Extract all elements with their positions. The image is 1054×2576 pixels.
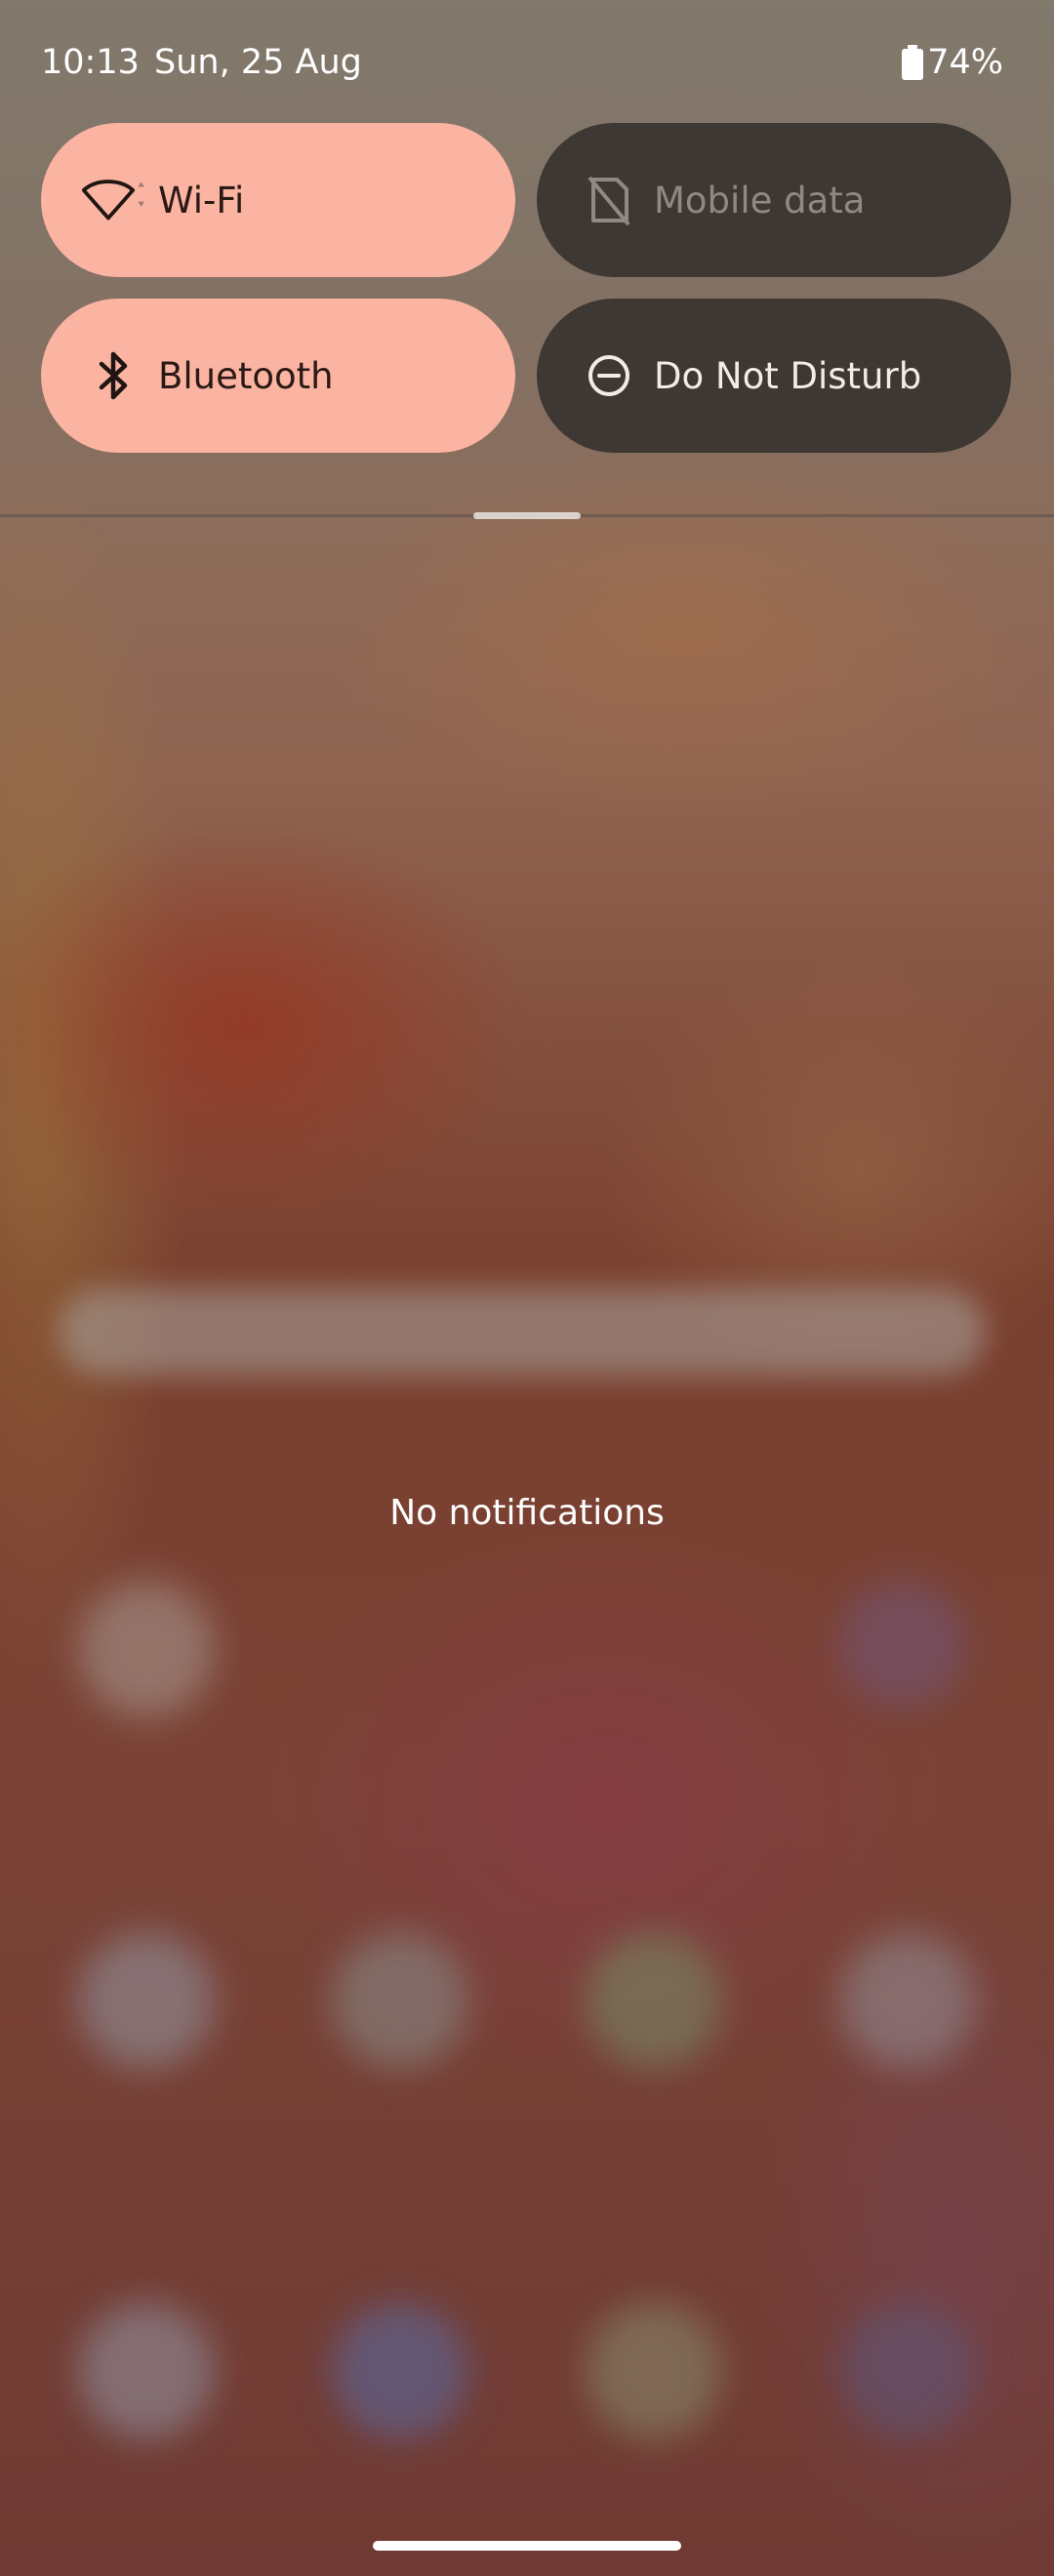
status-date: Sun, 25 Aug (154, 43, 362, 82)
battery-icon (902, 45, 924, 80)
blurred-app-icon (332, 2303, 468, 2439)
wifi-icon (82, 169, 144, 231)
do-not-disturb-icon (578, 344, 640, 407)
blurred-app-icon (332, 1932, 468, 2069)
blurred-search-bar (59, 1288, 986, 1376)
bluetooth-label: Bluetooth (158, 354, 334, 397)
status-time: 10:13 (41, 43, 140, 82)
battery-percent: 74% (927, 43, 1003, 82)
bluetooth-tile[interactable]: Bluetooth (41, 299, 515, 453)
blurred-app-icon (839, 1932, 976, 2069)
home-gesture-handle[interactable] (373, 2541, 681, 2551)
bluetooth-icon (82, 344, 144, 407)
mobile-data-label: Mobile data (654, 179, 866, 221)
blurred-app-icon (586, 1932, 722, 2069)
blurred-app-icon (839, 1581, 966, 1708)
qs-page-indicator[interactable] (473, 512, 581, 519)
battery-indicator: 74% (902, 43, 1003, 82)
blurred-app-icon (839, 2303, 976, 2439)
do-not-disturb-label: Do Not Disturb (654, 354, 922, 397)
wifi-label: Wi-Fi (158, 179, 245, 221)
wifi-tile[interactable]: Wi-Fi (41, 123, 515, 277)
blurred-app-icon (78, 2303, 215, 2439)
blurred-app-icon (586, 2303, 722, 2439)
blurred-app-icon (78, 1581, 215, 1717)
status-bar: 10:13 Sun, 25 Aug 74% (0, 0, 1054, 117)
do-not-disturb-tile[interactable]: Do Not Disturb (537, 299, 1011, 453)
blurred-app-icon (78, 1932, 215, 2069)
no-notifications-text: No notifications (389, 1493, 665, 1533)
sim-off-icon (578, 169, 640, 231)
mobile-data-tile[interactable]: Mobile data (537, 123, 1011, 277)
